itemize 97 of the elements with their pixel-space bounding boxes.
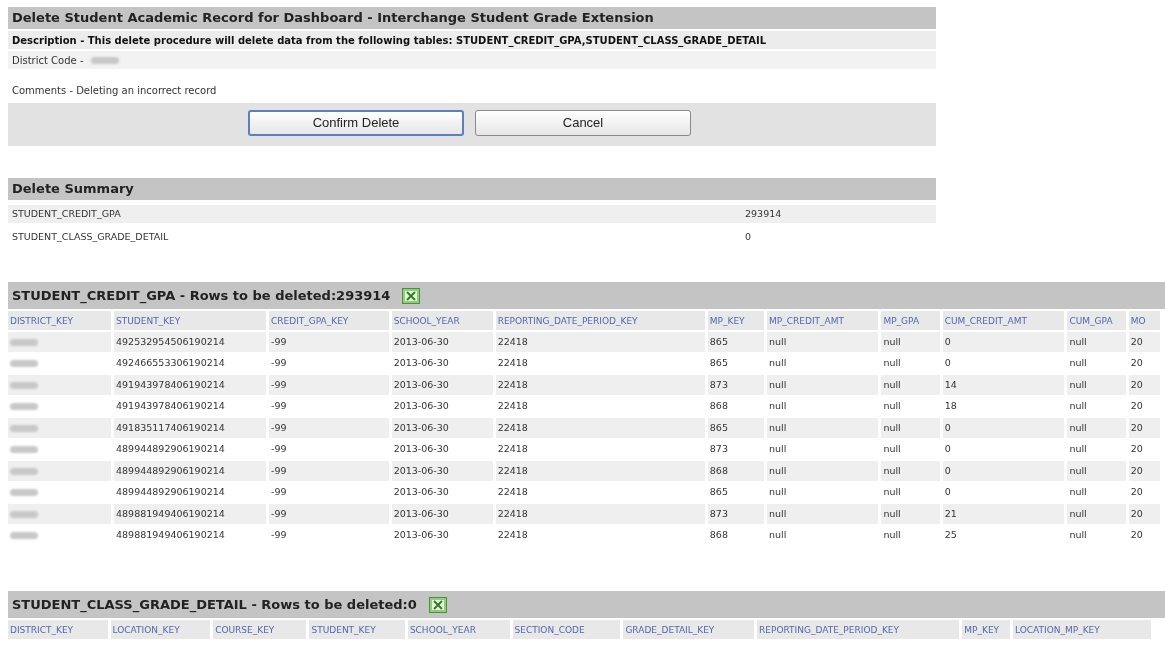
- table-cell: 491835117406190214: [114, 418, 266, 438]
- table-name: STUDENT_CREDIT_GPA: [11, 206, 122, 221]
- redacted-mark: [91, 56, 120, 64]
- column-header: REPORTING_DATE_PERIOD_KEY: [495, 311, 705, 330]
- table-cell: 492532954506190214: [114, 332, 266, 352]
- table-name: STUDENT_CLASS_GRADE_DETAIL: [11, 229, 170, 244]
- table-cell: 22418: [495, 375, 705, 395]
- table-cell: null: [1067, 461, 1126, 481]
- table-cell: 22418: [495, 461, 705, 481]
- table-cell: 20: [1128, 332, 1160, 352]
- spreadsheet-icon[interactable]: [402, 287, 421, 304]
- table-cell: 0: [942, 418, 1065, 438]
- redacted-mark: [10, 381, 38, 389]
- table-cell: null: [767, 418, 879, 438]
- table-cell: null: [1067, 375, 1126, 395]
- table-cell: 0: [942, 332, 1065, 352]
- table-cell: -99: [269, 461, 389, 481]
- table-cell: 14: [942, 375, 1065, 395]
- table-cell: 21: [942, 504, 1065, 524]
- column-header: MP_GPA: [881, 311, 940, 330]
- table-cell: 489881949406190214: [114, 504, 266, 524]
- form-title: Delete Student Academic Record for Dashboard - Interchange Student Grade Extension: [8, 7, 936, 29]
- table-cell: 865: [707, 332, 765, 352]
- table-cell: null: [767, 504, 879, 524]
- table-cell: -99: [269, 375, 389, 395]
- redacted-mark: [10, 510, 38, 518]
- spreadsheet-icon[interactable]: [428, 596, 447, 613]
- column-header: COURSE_KEY: [213, 620, 307, 639]
- table-cell: 2013-06-30: [391, 418, 493, 438]
- table-cell: null: [881, 332, 940, 352]
- table-cell: 2013-06-30: [391, 504, 493, 524]
- redacted-mark: [10, 338, 38, 346]
- redacted-mark: [10, 467, 38, 475]
- column-header: DISTRICT_KEY: [8, 311, 112, 330]
- column-header: CREDIT_GPA_KEY: [269, 311, 389, 330]
- column-header: MP_CREDIT_AMT: [767, 311, 879, 330]
- column-header: GRADE_DETAIL_KEY: [623, 620, 755, 639]
- table-cell: 20: [1128, 418, 1160, 438]
- table-cell: null: [767, 375, 879, 395]
- table-cell: 22418: [495, 332, 705, 352]
- table-cell: null: [767, 332, 879, 352]
- table-cell: 20: [1128, 375, 1160, 395]
- column-header: CUM_CREDIT_AMT: [942, 311, 1065, 330]
- action-button[interactable]: Confirm Delete: [248, 110, 464, 136]
- redacted-mark: [10, 489, 38, 497]
- table-cell: -99: [269, 332, 389, 352]
- table-cell: null: [767, 461, 879, 481]
- table-cell: 2013-06-30: [391, 332, 493, 352]
- district-code-label: District Code -: [12, 53, 84, 68]
- column-header: SCHOOL_YEAR: [391, 311, 493, 330]
- redacted-mark: [10, 446, 38, 454]
- table-cell: 865: [707, 418, 765, 438]
- table-cell: 20: [1128, 461, 1160, 481]
- column-header: CUM_GPA: [1067, 311, 1126, 330]
- table-cell: null: [881, 418, 940, 438]
- column-header: SECTION_CODE: [512, 620, 621, 639]
- description-text: Description - This delete procedure will delete data from the following tables: STUDENT_CREDIT_GPA,STUDENT_CLASS_GRADE_DETAIL: [8, 31, 936, 49]
- table-cell: 873: [707, 504, 765, 524]
- column-header: LOCATION_MP_KEY: [1013, 620, 1151, 639]
- redacted-mark: [10, 424, 38, 432]
- section-title: Delete Summary: [8, 178, 936, 200]
- table-cell: null: [1067, 332, 1126, 352]
- table-cell: 2013-06-30: [391, 461, 493, 481]
- comments-text: Comments - Deleting an incorrect record: [11, 83, 218, 98]
- table-cell: null: [881, 504, 940, 524]
- table-cell: 868: [707, 461, 765, 481]
- table-cell: 489944892906190214: [114, 461, 266, 481]
- row-count: 293914: [745, 206, 782, 221]
- table-cell: 873: [707, 375, 765, 395]
- column-header: REPORTING_DATE_PERIOD_KEY: [757, 620, 960, 639]
- section-title: STUDENT_CREDIT_GPA - Rows to be deleted:293914: [12, 286, 391, 306]
- table-cell: null: [1067, 504, 1126, 524]
- redacted-mark: [10, 403, 38, 411]
- column-header: STUDENT_KEY: [309, 620, 405, 639]
- table-cell: 20: [1128, 504, 1160, 524]
- column-header: DISTRICT_KEY: [8, 620, 108, 639]
- column-header: MP_KEY: [707, 311, 765, 330]
- column-header: MP_KEY: [962, 620, 1010, 639]
- section-title: STUDENT_CLASS_GRADE_DETAIL - Rows to be deleted:0: [12, 595, 417, 615]
- table-cell: null: [1067, 418, 1126, 438]
- column-header: SCHOOL_YEAR: [407, 620, 510, 639]
- redacted-mark: [10, 532, 38, 540]
- table-cell: 0: [942, 461, 1065, 481]
- row-count: 0: [745, 229, 752, 244]
- table-cell: null: [881, 375, 940, 395]
- redacted-mark: [10, 360, 38, 368]
- column-header: STUDENT_KEY: [114, 311, 266, 330]
- table-cell: 2013-06-30: [391, 375, 493, 395]
- table-cell: null: [881, 461, 940, 481]
- table-cell: -99: [269, 504, 389, 524]
- table-cell: 22418: [495, 504, 705, 524]
- table-cell: 22418: [495, 418, 705, 438]
- column-header: MO: [1128, 311, 1160, 330]
- action-button[interactable]: Cancel: [475, 110, 691, 136]
- table-cell: -99: [269, 418, 389, 438]
- table-cell: 491943978406190214: [114, 375, 266, 395]
- column-header: LOCATION_KEY: [110, 620, 211, 639]
